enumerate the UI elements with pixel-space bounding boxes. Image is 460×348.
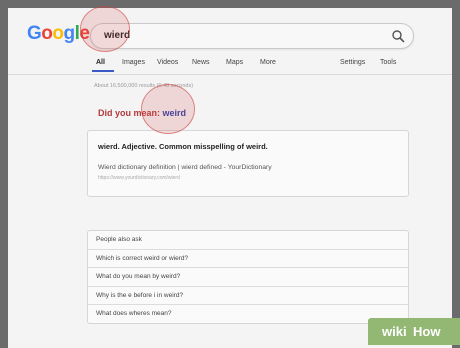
- result-url: https://www.yourdictionary.com/wierd: [98, 175, 180, 181]
- result-title-link[interactable]: Wierd dictionary definition | wierd defi…: [98, 164, 272, 171]
- tab-images[interactable]: Images: [122, 59, 145, 66]
- result-card: wierd. Adjective. Common misspelling of …: [87, 130, 409, 197]
- tab-maps[interactable]: Maps: [226, 59, 243, 66]
- paa-question[interactable]: What do you mean by weird?: [88, 267, 408, 286]
- paa-question[interactable]: What does wheres mean?: [88, 304, 408, 323]
- paa-question-text: Which is correct weird or wierd?: [96, 255, 189, 262]
- wikihow-wiki: wiki: [382, 324, 407, 339]
- definition-snippet: wierd. Adjective. Common misspelling of …: [98, 142, 268, 151]
- tab-news[interactable]: News: [192, 59, 210, 66]
- paa-question-text: What does wheres mean?: [96, 310, 172, 317]
- paa-heading: People also ask: [96, 236, 142, 243]
- paa-question[interactable]: Why is the e before i in weird?: [88, 286, 408, 305]
- logo-letter: g: [63, 23, 76, 44]
- search-tabs: All Images Videos News Maps More Setting…: [8, 56, 452, 72]
- wikihow-watermark: wiki How: [368, 318, 460, 345]
- suggestion-highlight-circle: [141, 84, 195, 134]
- logo-letter: o: [52, 23, 64, 44]
- paa-question-text: What do you mean by weird?: [96, 273, 181, 280]
- logo-letter: o: [41, 23, 53, 44]
- people-also-ask: People also ask Which is correct weird o…: [87, 230, 409, 324]
- tab-more[interactable]: More: [260, 59, 276, 66]
- logo-letter: G: [27, 23, 42, 44]
- search-results-page: Google wierd All Images Videos News Maps…: [8, 8, 452, 348]
- search-icon[interactable]: [391, 29, 405, 43]
- tabs-divider: [8, 74, 452, 75]
- tab-videos[interactable]: Videos: [157, 59, 178, 66]
- tab-tools[interactable]: Tools: [380, 59, 396, 66]
- wikihow-how: How: [413, 324, 441, 339]
- search-input[interactable]: wierd: [90, 23, 414, 49]
- active-tab-indicator: [92, 70, 114, 72]
- search-highlight-circle: [80, 6, 130, 52]
- tab-all[interactable]: All: [96, 59, 105, 66]
- paa-question[interactable]: Which is correct weird or wierd?: [88, 249, 408, 268]
- paa-question-text: Why is the e before i in weird?: [96, 292, 184, 299]
- tab-settings[interactable]: Settings: [340, 59, 365, 66]
